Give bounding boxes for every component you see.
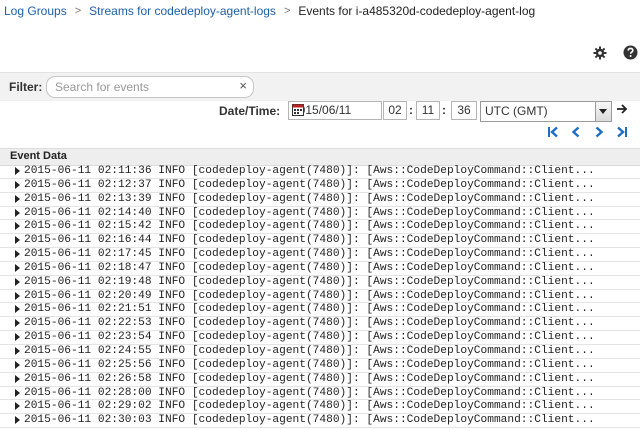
event-message: 2015-06-11 02:16:44 INFO [codedeploy-age… xyxy=(24,234,595,247)
datetime-label: Date/Time: xyxy=(219,104,281,118)
expand-row-icon[interactable] xyxy=(15,374,20,383)
table-row[interactable]: 2015-06-11 02:13:39 INFO [codedeploy-age… xyxy=(0,193,640,207)
table-row[interactable]: 2015-06-11 02:20:49 INFO [codedeploy-age… xyxy=(0,290,640,304)
first-page-icon[interactable] xyxy=(547,126,559,138)
hour-input[interactable]: 02 xyxy=(383,101,407,120)
table-header: Event Data xyxy=(0,148,640,166)
last-page-icon[interactable] xyxy=(616,126,628,138)
event-message: 2015-06-11 02:12:37 INFO [codedeploy-age… xyxy=(24,178,595,191)
table-row[interactable]: 2015-06-11 02:23:54 INFO [codedeploy-age… xyxy=(0,331,640,345)
table-row[interactable]: 2015-06-11 02:24:55 INFO [codedeploy-age… xyxy=(0,345,640,359)
table-row[interactable]: 2015-06-11 02:16:44 INFO [codedeploy-age… xyxy=(0,234,640,249)
event-message: 2015-06-11 02:18:47 INFO [codedeploy-age… xyxy=(24,261,595,274)
event-message: 2015-06-11 02:11:36 INFO [codedeploy-age… xyxy=(24,165,595,177)
table-row[interactable]: 2015-06-11 02:29:02 INFO [codedeploy-age… xyxy=(0,400,640,415)
table-row[interactable]: 2015-06-11 02:17:45 INFO [codedeploy-age… xyxy=(0,248,640,262)
expand-row-icon[interactable] xyxy=(15,208,20,217)
event-message: 2015-06-11 02:19:48 INFO [codedeploy-age… xyxy=(24,275,595,288)
table-row[interactable]: 2015-06-11 02:18:47 INFO [codedeploy-age… xyxy=(0,262,640,276)
expand-row-icon[interactable] xyxy=(15,346,20,355)
table-row[interactable]: 2015-06-11 02:19:48 INFO [codedeploy-age… xyxy=(0,276,640,290)
event-message: 2015-06-11 02:23:54 INFO [codedeploy-age… xyxy=(24,331,595,344)
expand-row-icon[interactable] xyxy=(15,236,20,245)
event-message: 2015-06-11 02:13:39 INFO [codedeploy-age… xyxy=(24,192,595,205)
arrow-right-icon[interactable] xyxy=(616,103,628,118)
gear-icon[interactable] xyxy=(593,46,607,60)
table-row[interactable]: 2015-06-11 02:12:37 INFO [codedeploy-age… xyxy=(0,179,640,193)
filter-label: Filter: xyxy=(9,80,43,94)
event-message: 2015-06-11 02:24:55 INFO [codedeploy-age… xyxy=(24,344,595,357)
minute-input[interactable]: 11 xyxy=(416,101,440,120)
search-input[interactable] xyxy=(55,79,227,95)
breadcrumb: Log Groups > Streams for codedeploy-agen… xyxy=(4,3,535,19)
breadcrumb-separator: > xyxy=(283,5,291,17)
time-separator: : xyxy=(442,103,446,117)
event-message: 2015-06-11 02:25:56 INFO [codedeploy-age… xyxy=(24,358,595,371)
event-message: 2015-06-11 02:26:58 INFO [codedeploy-age… xyxy=(24,372,595,385)
expand-row-icon[interactable] xyxy=(15,416,20,425)
datetime-row: Date/Time: 2015/06/11 02 : 11 : 36 UTC (… xyxy=(0,100,640,122)
table-row[interactable]: 2015-06-11 02:25:56 INFO [codedeploy-age… xyxy=(0,359,640,373)
expand-row-icon[interactable] xyxy=(15,291,20,300)
expand-row-icon[interactable] xyxy=(15,180,20,189)
expand-row-icon[interactable] xyxy=(15,305,20,314)
next-page-icon[interactable] xyxy=(593,126,605,138)
breadcrumb-streams[interactable]: Streams for codedeploy-agent-logs xyxy=(89,4,276,18)
breadcrumb-log-groups[interactable]: Log Groups xyxy=(4,4,67,18)
filter-field: × xyxy=(46,76,254,98)
breadcrumb-current: Events for i-a485320d-codedeploy-agent-l… xyxy=(298,4,536,18)
expand-row-icon[interactable] xyxy=(15,194,20,203)
event-message: 2015-06-11 02:21:51 INFO [codedeploy-age… xyxy=(24,303,595,316)
table-row[interactable]: 2015-06-11 02:26:58 INFO [codedeploy-age… xyxy=(0,373,640,387)
expand-row-icon[interactable] xyxy=(15,402,20,411)
chevron-down-icon[interactable] xyxy=(595,102,611,121)
expand-row-icon[interactable] xyxy=(15,319,20,328)
time-separator: : xyxy=(409,103,413,117)
expand-row-icon[interactable] xyxy=(15,263,20,272)
column-header-event-data: Event Data xyxy=(10,150,67,162)
event-message: 2015-06-11 02:28:00 INFO [codedeploy-age… xyxy=(24,386,595,399)
event-message: 2015-06-11 02:17:45 INFO [codedeploy-age… xyxy=(24,248,595,261)
table-row[interactable]: 2015-06-11 02:11:36 INFO [codedeploy-age… xyxy=(0,165,640,179)
help-icon[interactable] xyxy=(623,45,638,60)
event-message: 2015-06-11 02:15:42 INFO [codedeploy-age… xyxy=(24,220,595,233)
table-row[interactable]: 2015-06-11 02:30:03 INFO [codedeploy-age… xyxy=(0,414,640,429)
expand-row-icon[interactable] xyxy=(15,277,20,286)
second-input[interactable]: 36 xyxy=(451,101,477,120)
pagination xyxy=(547,126,628,138)
event-list: 2015-06-11 02:11:36 INFO [codedeploy-age… xyxy=(0,165,640,429)
previous-page-icon[interactable] xyxy=(570,126,582,138)
event-message: 2015-06-11 02:29:02 INFO [codedeploy-age… xyxy=(24,400,595,413)
expand-row-icon[interactable] xyxy=(15,167,20,175)
expand-row-icon[interactable] xyxy=(15,333,20,342)
filter-bar: Filter: × xyxy=(0,72,640,101)
timezone-select[interactable]: UTC (GMT) xyxy=(480,101,612,122)
header-tools xyxy=(593,45,638,60)
event-message: 2015-06-11 02:14:40 INFO [codedeploy-age… xyxy=(24,206,595,219)
expand-row-icon[interactable] xyxy=(15,250,20,259)
event-message: 2015-06-11 02:20:49 INFO [codedeploy-age… xyxy=(24,289,595,302)
expand-row-icon[interactable] xyxy=(15,360,20,369)
table-row[interactable]: 2015-06-11 02:22:53 INFO [codedeploy-age… xyxy=(0,317,640,332)
expand-row-icon[interactable] xyxy=(15,388,20,397)
timezone-value: UTC (GMT) xyxy=(485,104,548,118)
date-input[interactable]: 2015/06/11 xyxy=(288,101,382,120)
breadcrumb-separator: > xyxy=(74,5,82,17)
table-row[interactable]: 2015-06-11 02:15:42 INFO [codedeploy-age… xyxy=(0,220,640,235)
calendar-icon[interactable] xyxy=(292,103,304,119)
table-row[interactable]: 2015-06-11 02:28:00 INFO [codedeploy-age… xyxy=(0,387,640,401)
expand-row-icon[interactable] xyxy=(15,222,20,231)
event-message: 2015-06-11 02:30:03 INFO [codedeploy-age… xyxy=(24,414,595,427)
table-row[interactable]: 2015-06-11 02:21:51 INFO [codedeploy-age… xyxy=(0,303,640,318)
clear-filter-button[interactable]: × xyxy=(239,78,247,93)
event-message: 2015-06-11 02:22:53 INFO [codedeploy-age… xyxy=(24,317,595,330)
table-row[interactable]: 2015-06-11 02:14:40 INFO [codedeploy-age… xyxy=(0,207,640,221)
